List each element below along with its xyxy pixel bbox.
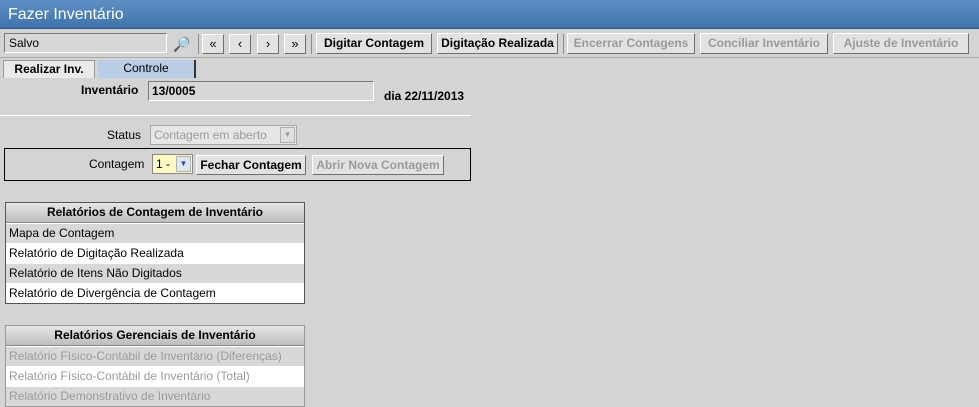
relatorio-link[interactable]: Relatório Físico-Contábil de Inventário … <box>6 366 304 386</box>
chevron-down-icon: ▼ <box>176 156 191 172</box>
previous-record-button[interactable]: ‹ <box>229 34 251 54</box>
relatorio-link[interactable]: Relatório Físico-Contábil de Inventário … <box>6 346 304 366</box>
status-label: Status <box>107 128 142 142</box>
relatorios-contagem-header: Relatórios de Contagem de Inventário <box>6 203 304 223</box>
inventario-field[interactable]: 13/0005 <box>148 81 374 101</box>
fechar-contagem-button[interactable]: Fechar Contagem <box>196 155 306 175</box>
conciliar-inventario-button[interactable]: Conciliar Inventário <box>700 33 828 54</box>
relatorio-link[interactable]: Relatório Demonstrativo de Inventário <box>6 386 304 406</box>
divider <box>0 115 471 116</box>
ajuste-inventario-button[interactable]: Ajuste de Inventário <box>833 33 969 54</box>
separator <box>311 34 312 54</box>
digitacao-realizada-button[interactable]: Digitação Realizada <box>437 33 558 54</box>
encerrar-contagens-button[interactable]: Encerrar Contagens <box>567 33 695 54</box>
dia-label: dia 22/11/2013 <box>384 89 465 103</box>
contagem-select-value: 1 - <box>156 157 171 171</box>
digitar-contagem-button[interactable]: Digitar Contagem <box>316 33 432 54</box>
abrir-nova-contagem-button[interactable]: Abrir Nova Contagem <box>312 155 444 175</box>
first-record-button[interactable]: « <box>202 34 224 54</box>
last-record-button[interactable]: » <box>284 34 306 54</box>
status-display: Salvo <box>4 33 167 53</box>
next-record-button[interactable]: › <box>257 34 279 54</box>
separator <box>198 34 199 54</box>
toolbar: Salvo 🔎 « ‹ › » Digitar Contagem Digitaç… <box>0 30 979 58</box>
contagem-label: Contagem <box>89 157 145 171</box>
relatorio-link[interactable]: Relatório de Divergência de Contagem <box>6 283 304 303</box>
chevron-down-icon: ▼ <box>280 127 295 143</box>
relatorios-gerenciais-table: Relatórios Gerenciais de Inventário Rela… <box>5 325 305 407</box>
relatorio-link[interactable]: Relatório de Digitação Realizada <box>6 243 304 263</box>
window-title: Fazer Inventário <box>0 0 979 29</box>
relatorio-link[interactable]: Relatório de Itens Não Digitados <box>6 263 304 283</box>
relatorio-link[interactable]: Mapa de Contagem <box>6 223 304 243</box>
inventario-label: Inventário <box>81 83 139 97</box>
contagem-select[interactable]: 1 - ▼ <box>152 154 193 174</box>
relatorios-gerenciais-header: Relatórios Gerenciais de Inventário <box>6 326 304 346</box>
separator <box>563 34 564 54</box>
tab-controle[interactable]: Controle <box>98 60 196 78</box>
relatorios-contagem-table: Relatórios de Contagem de Inventário Map… <box>5 202 305 304</box>
status-select[interactable]: Contagem em aberto ▼ <box>150 125 297 145</box>
tab-realizar-inv[interactable]: Realizar Inv. <box>3 60 95 78</box>
binoculars-icon[interactable]: 🔎 <box>173 36 190 53</box>
status-select-value: Contagem em aberto <box>154 128 267 142</box>
